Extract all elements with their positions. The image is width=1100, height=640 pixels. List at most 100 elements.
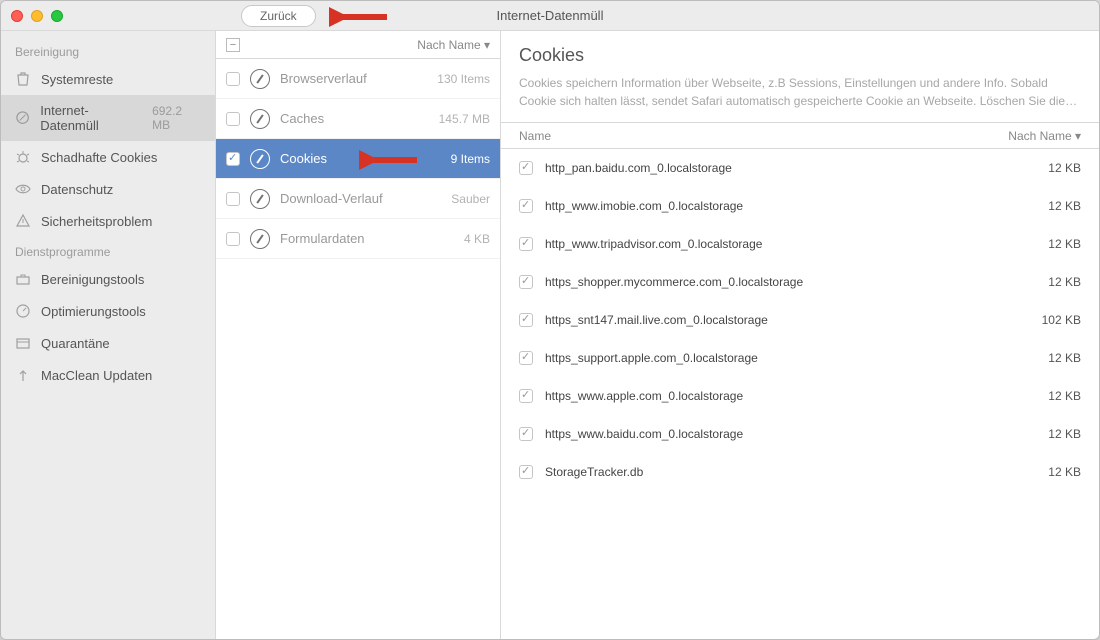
cookie-size: 12 KB (1048, 389, 1081, 403)
checkbox[interactable] (519, 161, 533, 175)
cookie-row[interactable]: http_www.tripadvisor.com_0.localstorage 1… (501, 225, 1099, 263)
category-item[interactable]: Download-Verlauf Sauber (216, 179, 500, 219)
cookie-row[interactable]: StorageTracker.db 12 KB (501, 453, 1099, 491)
cookie-row[interactable]: https_www.apple.com_0.localstorage12 KB (501, 377, 1099, 415)
cookie-row[interactable]: https_shopper.mycommerce.com_0.localstor… (501, 263, 1099, 301)
checkbox[interactable] (519, 237, 533, 251)
sidebar-item-datenschutz[interactable]: Datenschutz (1, 173, 215, 205)
sidebar-item-size: 692.2 MB (152, 104, 201, 132)
sidebar-section-title: Bereinigung (1, 37, 215, 63)
sidebar-item-label: Systemreste (41, 72, 113, 87)
cookie-name: http_www.imobie.com_0.localstorage (545, 199, 743, 213)
cookie-size: 12 KB (1048, 199, 1081, 213)
cookie-size: 12 KB (1048, 237, 1081, 251)
trash-icon (15, 71, 31, 87)
checkbox[interactable] (226, 152, 240, 166)
detail-panel: Cookies Cookies speichern Information üb… (501, 31, 1099, 639)
category-item[interactable]: Browserverlauf 130 Items (216, 59, 500, 99)
cookie-name: https_snt147.mail.live.com_0.localstorag… (545, 313, 768, 327)
sidebar-item-label: Sicherheitsproblem (41, 214, 152, 229)
cookie-size: 12 KB (1048, 465, 1081, 479)
zoom-icon[interactable] (51, 10, 63, 22)
checkbox[interactable] (519, 427, 533, 441)
safari-icon (250, 229, 270, 249)
category-meta: 9 Items (451, 152, 490, 166)
sidebar-item-systemreste[interactable]: Systemreste (1, 63, 215, 95)
cookie-name: StorageTracker.db (545, 465, 643, 479)
sidebar-item-macclean-updaten[interactable]: MacClean Updaten (1, 359, 215, 391)
detail-description: Cookies speichern Information über Webse… (519, 74, 1081, 110)
category-label: Formulardaten (280, 231, 365, 246)
cookie-size: 12 KB (1048, 427, 1081, 441)
checkbox[interactable] (519, 275, 533, 289)
sidebar-item-label: Datenschutz (41, 182, 113, 197)
category-label: Download-Verlauf (280, 191, 383, 206)
sidebar-item-internet-datenmüll[interactable]: Internet-Datenmüll 692.2 MB (1, 95, 215, 141)
checkbox[interactable] (226, 112, 240, 126)
cookie-name: https_shopper.mycommerce.com_0.localstor… (545, 275, 803, 289)
eye-icon (15, 181, 31, 197)
sidebar-item-label: Internet-Datenmüll (40, 103, 142, 133)
category-sort[interactable]: Nach Name ▾ (417, 38, 490, 52)
sidebar-item-label: Schadhafte Cookies (41, 150, 157, 165)
update-icon (15, 367, 31, 383)
checkbox[interactable] (519, 389, 533, 403)
sidebar-section-title: Dienstprogramme (1, 237, 215, 263)
checkbox[interactable] (226, 232, 240, 246)
cookie-name: http_pan.baidu.com_0.localstorage (545, 161, 732, 175)
cookie-size: 12 KB (1048, 351, 1081, 365)
category-label: Cookies (280, 151, 327, 166)
category-label: Browserverlauf (280, 71, 367, 86)
close-icon[interactable] (11, 10, 23, 22)
collapse-toggle[interactable]: − (226, 38, 240, 52)
window-title: Internet-Datenmüll (497, 8, 604, 23)
sidebar-item-quarantäne[interactable]: Quarantäne (1, 327, 215, 359)
category-meta: 130 Items (437, 72, 490, 86)
safari-icon (15, 110, 30, 126)
sidebar-item-schadhafte-cookies[interactable]: Schadhafte Cookies (1, 141, 215, 173)
titlebar: Zurück Internet-Datenmüll (1, 1, 1099, 31)
cookie-name: https_www.baidu.com_0.localstorage (545, 427, 743, 441)
window-controls (1, 10, 63, 22)
detail-sort[interactable]: Nach Name ▾ (1008, 129, 1081, 143)
sidebar-item-label: MacClean Updaten (41, 368, 152, 383)
cookie-name: https_support.apple.com_0.localstorage (545, 351, 758, 365)
safari-icon (250, 189, 270, 209)
cookie-row[interactable]: https_www.baidu.com_0.localstorage 12 KB (501, 415, 1099, 453)
sidebar-item-label: Optimierungstools (41, 304, 146, 319)
toolbox-icon (15, 271, 31, 287)
category-label: Caches (280, 111, 324, 126)
category-item[interactable]: Formulardaten 4 KB (216, 219, 500, 259)
category-header: − Nach Name ▾ (216, 31, 500, 59)
category-column: − Nach Name ▾ Browserverlauf 130 Items Cac… (216, 31, 501, 639)
checkbox[interactable] (519, 465, 533, 479)
cookie-row[interactable]: http_pan.baidu.com_0.localstorage 12 KB (501, 149, 1099, 187)
cookie-size: 12 KB (1048, 275, 1081, 289)
category-meta: 4 KB (464, 232, 490, 246)
minimize-icon[interactable] (31, 10, 43, 22)
checkbox[interactable] (519, 199, 533, 213)
sidebar-item-label: Bereinigungstools (41, 272, 144, 287)
bug-icon (15, 149, 31, 165)
sidebar-item-optimierungstools[interactable]: Optimierungstools (1, 295, 215, 327)
category-meta: Sauber (451, 192, 490, 206)
detail-title: Cookies (519, 45, 1081, 66)
safari-icon (250, 109, 270, 129)
category-item[interactable]: Caches 145.7 MB (216, 99, 500, 139)
category-meta: 145.7 MB (439, 112, 490, 126)
checkbox[interactable] (519, 351, 533, 365)
cookie-row[interactable]: http_www.imobie.com_0.localstorage 12 KB (501, 187, 1099, 225)
checkbox[interactable] (226, 72, 240, 86)
checkbox[interactable] (519, 313, 533, 327)
sidebar-item-bereinigungstools[interactable]: Bereinigungstools (1, 263, 215, 295)
cookie-row[interactable]: https_support.apple.com_0.localstorage 12… (501, 339, 1099, 377)
sidebar: Bereinigung Systemreste Internet-Datenmüll… (1, 31, 216, 639)
sidebar-item-sicherheitsproblem[interactable]: Sicherheitsproblem (1, 205, 215, 237)
back-button[interactable]: Zurück (241, 5, 316, 27)
cookie-name: http_www.tripadvisor.com_0.localstorage (545, 237, 762, 251)
category-item[interactable]: Cookies 9 Items (216, 139, 500, 179)
cookie-size: 12 KB (1048, 161, 1081, 175)
cookie-row[interactable]: https_snt147.mail.live.com_0.localstorag… (501, 301, 1099, 339)
checkbox[interactable] (226, 192, 240, 206)
cookie-size: 102 KB (1042, 313, 1081, 327)
